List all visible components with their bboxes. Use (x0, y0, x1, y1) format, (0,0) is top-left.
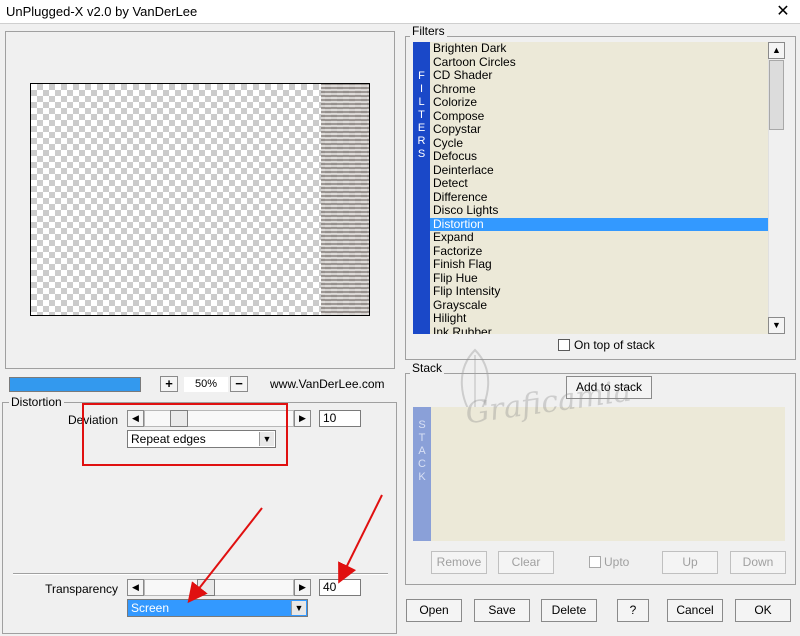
filters-list[interactable]: Brighten Dark Cartoon Circles CD Shader Chr… (430, 42, 768, 334)
open-button[interactable]: Open (406, 599, 462, 622)
filter-item[interactable]: CD Shader (430, 68, 768, 83)
filter-item[interactable]: Finish Flag (430, 257, 768, 272)
stack-sidebar-label: STACK (413, 407, 431, 541)
help-button[interactable]: ? (617, 599, 649, 622)
filters-group-title: Filters (410, 24, 447, 38)
stack-sidebar-letter: C (418, 458, 426, 470)
filters-sidebar-letter: L (418, 96, 425, 108)
stack-group-title: Stack (410, 361, 445, 375)
filter-item[interactable]: Brighten Dark (430, 42, 768, 56)
filter-item[interactable]: Expand (430, 230, 768, 245)
on-top-label: On top of stack (574, 338, 655, 352)
remove-button[interactable]: Remove (431, 551, 487, 574)
ok-button[interactable]: OK (735, 599, 791, 622)
stack-sidebar-letter: K (418, 471, 426, 483)
filter-item[interactable]: Distortion (430, 217, 768, 231)
stack-sidebar-letter: T (418, 432, 426, 444)
filter-item[interactable]: Cartoon Circles (430, 55, 768, 70)
down-button[interactable]: Down (730, 551, 786, 574)
annotation-arrow-transparency (338, 494, 383, 584)
up-button[interactable]: Up (662, 551, 718, 574)
filter-item[interactable]: Disco Lights (430, 203, 768, 218)
scrollbar-thumb[interactable] (769, 60, 784, 130)
stack-sidebar-letter: S (418, 419, 426, 431)
filters-sidebar-letter: S (417, 148, 426, 160)
save-button[interactable]: Save (474, 599, 530, 622)
filters-sidebar-letter: E (417, 122, 426, 134)
filter-item[interactable]: Factorize (430, 244, 768, 259)
filter-item[interactable]: Ink Rubber (430, 325, 768, 334)
filter-item[interactable]: Flip Hue (430, 271, 768, 286)
filter-item[interactable]: Difference (430, 190, 768, 205)
filter-item[interactable]: Compose (430, 109, 768, 124)
filter-item[interactable]: Copystar (430, 122, 768, 137)
upto-checkbox[interactable] (589, 556, 601, 568)
scroll-up-icon[interactable]: ▲ (768, 42, 785, 59)
filters-sidebar-letter: T (418, 109, 425, 121)
filter-item[interactable]: Detect (430, 176, 768, 191)
filter-item[interactable]: Hilight (430, 311, 768, 326)
filters-sidebar-letter: I (419, 83, 424, 95)
filter-item[interactable]: Colorize (430, 95, 768, 110)
cancel-button[interactable]: Cancel (667, 599, 723, 622)
filters-sidebar-letter: F (418, 70, 425, 82)
clear-button[interactable]: Clear (498, 551, 554, 574)
upto-label: Upto (604, 555, 630, 569)
filter-item[interactable]: Deinterlace (430, 163, 768, 178)
stack-sidebar-letter: A (418, 445, 426, 457)
filter-item[interactable]: Cycle (430, 136, 768, 151)
filters-sidebar-letter: R (417, 135, 426, 147)
filter-item[interactable]: Grayscale (430, 298, 768, 313)
annotation-arrow-blend (187, 507, 263, 604)
filter-item[interactable]: Chrome (430, 82, 768, 97)
filter-item[interactable]: Defocus (430, 149, 768, 164)
scroll-down-icon[interactable]: ▼ (768, 317, 785, 334)
delete-button[interactable]: Delete (541, 599, 597, 622)
on-top-checkbox[interactable] (558, 339, 570, 351)
filter-item[interactable]: Flip Intensity (430, 284, 768, 299)
filters-sidebar-label: FILTERS (413, 42, 430, 334)
